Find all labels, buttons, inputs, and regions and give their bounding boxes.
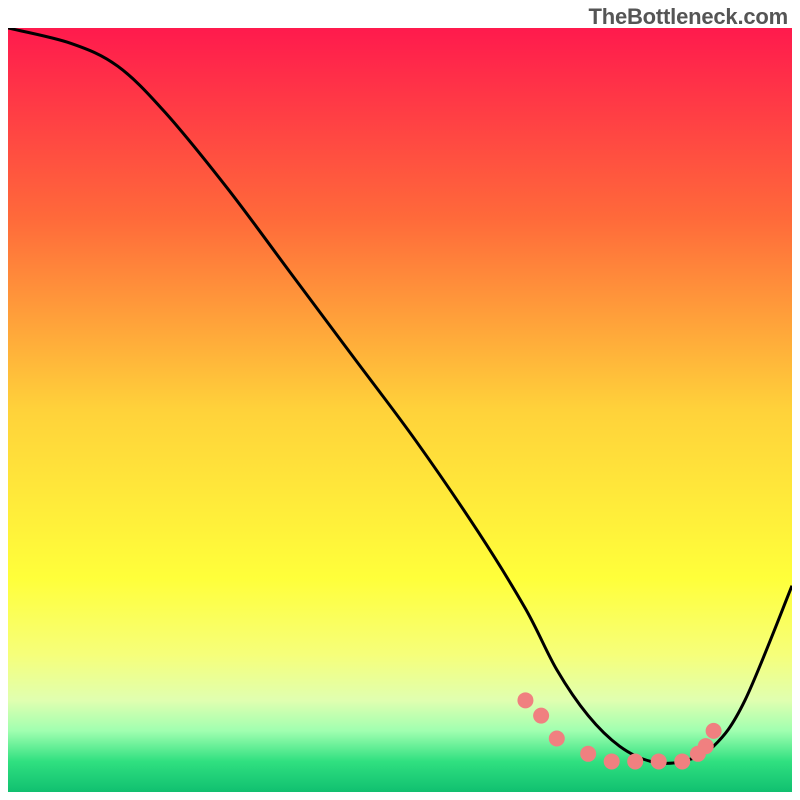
marker-point <box>674 753 690 769</box>
marker-point <box>580 746 596 762</box>
marker-point <box>698 738 714 754</box>
marker-point <box>651 753 667 769</box>
gradient-background <box>8 28 792 792</box>
marker-point <box>706 723 722 739</box>
watermark-text: TheBottleneck.com <box>588 4 788 30</box>
marker-point <box>627 753 643 769</box>
chart-canvas <box>8 28 792 792</box>
marker-point <box>604 753 620 769</box>
chart-svg <box>8 28 792 792</box>
marker-point <box>517 692 533 708</box>
marker-point <box>533 708 549 724</box>
marker-point <box>549 731 565 747</box>
